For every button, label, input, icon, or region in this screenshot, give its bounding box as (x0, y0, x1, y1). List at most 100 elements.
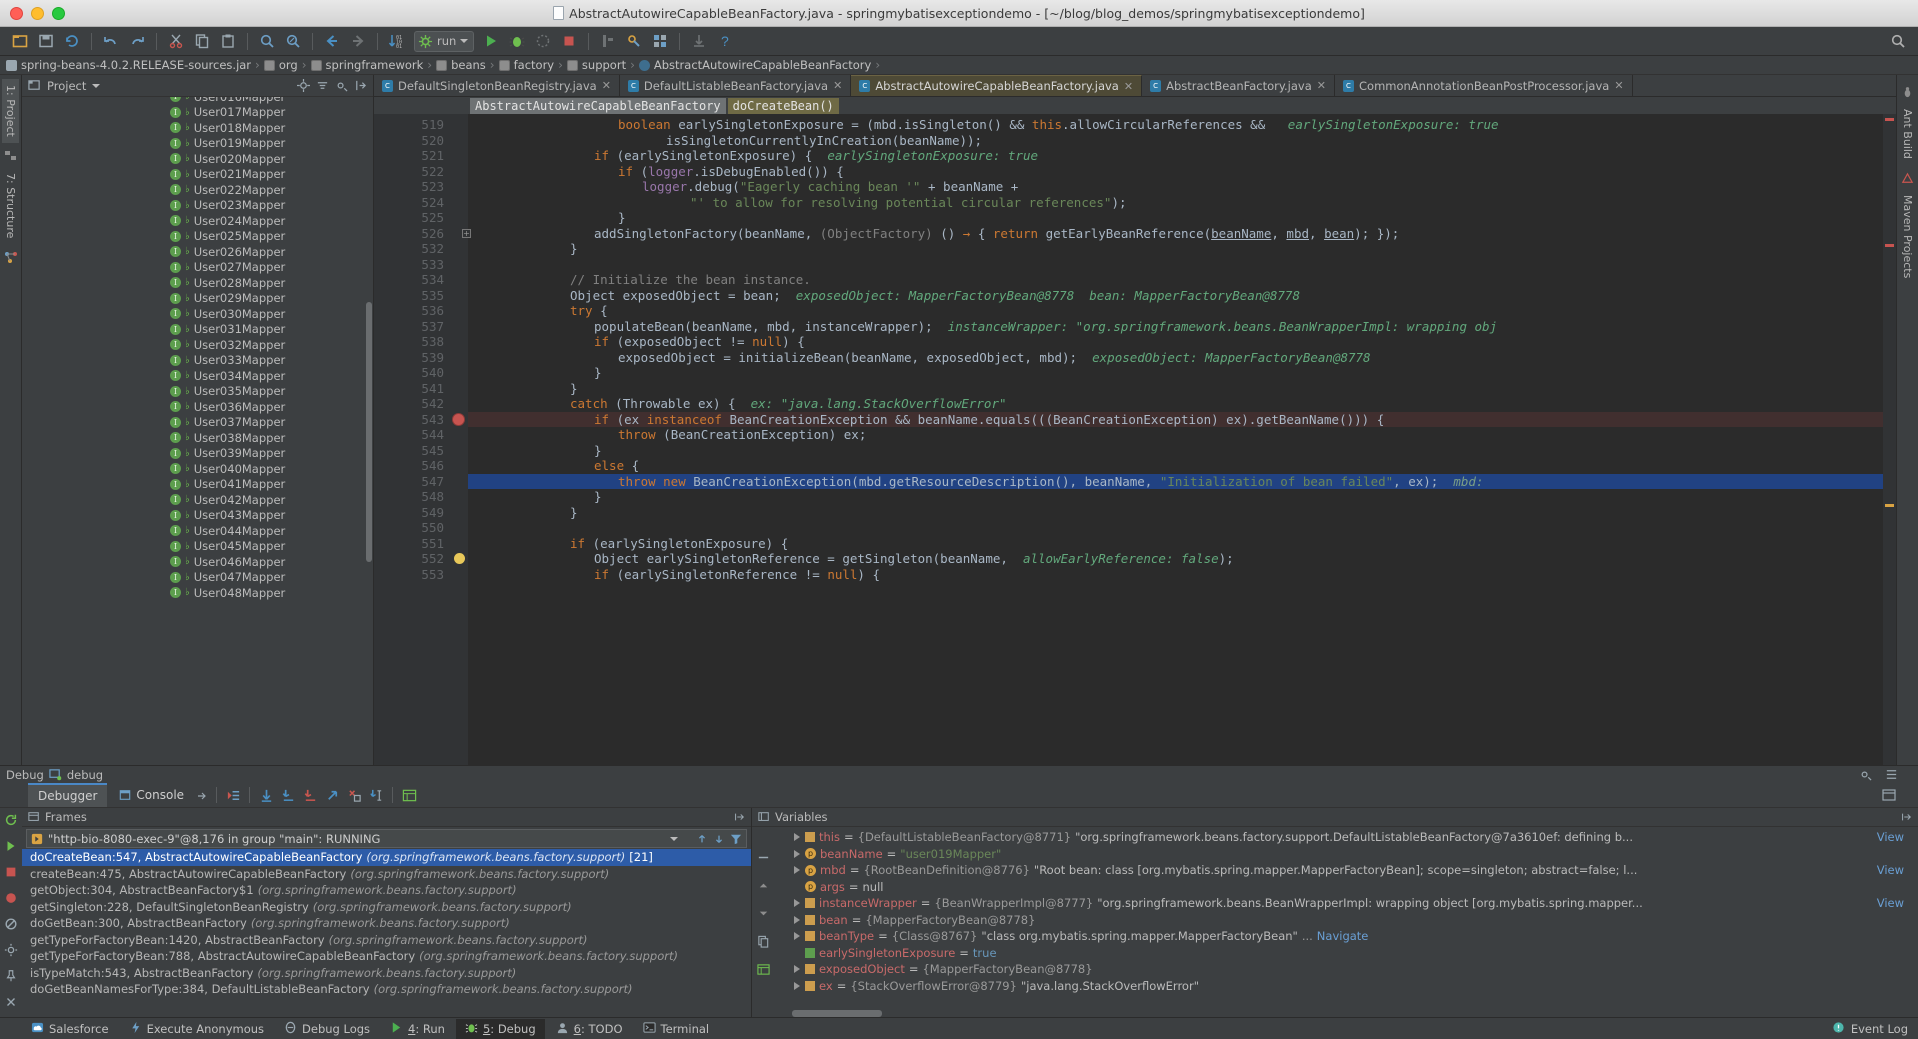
expand-arrow-icon[interactable] (794, 833, 800, 841)
error-marker[interactable] (1885, 244, 1894, 247)
chevron-down-icon[interactable] (460, 39, 468, 43)
code-line[interactable]: } (468, 489, 1883, 505)
status-bar-item[interactable]: 5: Debug (456, 1019, 545, 1039)
thread-selector[interactable]: "http-bio-8080-exec-9"@8,176 in group "m… (26, 829, 747, 848)
tree-item-mapper[interactable]: I♭User034Mapper (22, 368, 373, 384)
tree-item-mapper[interactable]: I♭User037Mapper (22, 415, 373, 431)
code-line[interactable]: if (exposedObject != null) { (468, 334, 1883, 350)
tab-console[interactable]: Console (109, 784, 194, 806)
evaluate-expression-icon[interactable] (399, 785, 419, 805)
close-icon[interactable]: ✕ (1124, 80, 1133, 93)
tree-item-mapper[interactable]: I♭User041Mapper (22, 477, 373, 493)
expand-arrow-icon[interactable] (794, 899, 800, 907)
frame-row[interactable]: doGetBean:300, AbstractBeanFactory (org.… (22, 915, 751, 932)
update-icon[interactable] (687, 30, 711, 52)
tree-item-mapper[interactable]: I♭User045Mapper (22, 539, 373, 555)
frame-row[interactable]: createBean:475, AbstractAutowireCapableB… (22, 866, 751, 883)
variables-list[interactable]: this = {DefaultListableBeanFactory@8771}… (774, 827, 1918, 1010)
variable-action-link[interactable]: View (1877, 896, 1904, 910)
hide-panel-icon[interactable] (354, 79, 367, 92)
tree-item-mapper[interactable]: I♭User026Mapper (22, 244, 373, 260)
line-number[interactable]: 540 (374, 365, 468, 381)
project-panel-header[interactable]: Project (22, 75, 373, 97)
editor-tab[interactable]: CDefaultListableBeanFactory.java✕ (620, 75, 851, 96)
line-number[interactable]: 551 (374, 536, 468, 552)
frame-row[interactable]: doCreateBean:547, AbstractAutowireCapabl… (22, 849, 751, 866)
save-icon[interactable] (34, 30, 58, 52)
status-bar[interactable]: SalesforceExecute AnonymousDebug Logs4: … (0, 1017, 1918, 1039)
undo-icon[interactable] (99, 30, 123, 52)
line-number[interactable]: 519 (374, 117, 468, 133)
close-icon[interactable]: ✕ (602, 79, 611, 92)
breakpoint-icon[interactable] (452, 413, 465, 426)
code-line[interactable]: logger.debug("Eagerly caching bean '" + … (468, 179, 1883, 195)
expand-arrow-icon[interactable] (794, 965, 800, 973)
debug-icon[interactable] (505, 30, 529, 52)
breadcrumb-item-org[interactable]: org (264, 58, 302, 72)
line-number[interactable]: 541 (374, 381, 468, 397)
variable-row[interactable]: beanType = {Class@8767} "class org.mybat… (774, 928, 1918, 945)
warning-marker[interactable] (1885, 504, 1894, 507)
tree-item-mapper[interactable]: I♭User028Mapper (22, 275, 373, 291)
status-bar-item[interactable]: Execute Anonymous (120, 1019, 273, 1039)
debug-settings-icon[interactable] (1882, 788, 1896, 802)
code-line[interactable] (468, 520, 1883, 536)
chevron-down-icon[interactable] (92, 84, 100, 88)
breadcrumb-item-beans[interactable]: beans (436, 58, 490, 72)
breadcrumb-item-springframework[interactable]: springframework (311, 58, 428, 72)
code-line[interactable]: isSingletonCurrentlyInCreation(beanName)… (468, 133, 1883, 149)
editor-tab[interactable]: CAbstractAutowireCapableBeanFactory.java… (851, 75, 1142, 96)
breadcrumb[interactable]: spring-beans-4.0.2.RELEASE-sources.jar ›… (0, 56, 1918, 75)
code-line[interactable]: } (468, 381, 1883, 397)
coverage-icon[interactable] (531, 30, 555, 52)
help-icon[interactable]: ? (713, 30, 737, 52)
move-up-icon[interactable] (696, 833, 708, 845)
tree-item-mapper[interactable]: I♭User032Mapper (22, 337, 373, 353)
move-up-icon[interactable] (757, 877, 770, 896)
line-number[interactable]: 553 (374, 567, 468, 583)
breadcrumb-item-class[interactable]: AbstractAutowireCapableBeanFactory (639, 58, 875, 72)
mute-breakpoints-icon[interactable] (4, 916, 18, 935)
tree-item-mapper[interactable]: I♭User035Mapper (22, 384, 373, 400)
drop-frame-icon[interactable] (344, 785, 364, 805)
tree-item-mapper[interactable]: I♭User044Mapper (22, 523, 373, 539)
line-number[interactable]: 545 (374, 443, 468, 459)
tree-item-mapper[interactable]: I♭User038Mapper (22, 430, 373, 446)
tree-item-mapper[interactable]: I♭User033Mapper (22, 353, 373, 369)
collapse-all-icon[interactable] (316, 79, 329, 92)
navigate-back-icon[interactable] (320, 30, 344, 52)
line-number[interactable]: 537 (374, 319, 468, 335)
variable-row[interactable]: pmbd = {RootBeanDefinition@8776} "Root b… (774, 862, 1918, 879)
code-line[interactable]: exposedObject = initializeBean(beanName,… (468, 350, 1883, 366)
variable-action-link[interactable]: View (1877, 830, 1904, 844)
line-number[interactable]: 533 (374, 257, 468, 273)
tree-item-mapper[interactable]: I♭User042Mapper (22, 492, 373, 508)
code-line[interactable]: if (earlySingletonExposure) { (468, 536, 1883, 552)
code-line[interactable]: // Initialize the bean instance. (468, 272, 1883, 288)
expand-arrow-icon[interactable] (794, 916, 800, 924)
cut-icon[interactable] (164, 30, 188, 52)
variable-row[interactable]: bean = {MapperFactoryBean@8778} (774, 912, 1918, 929)
frame-row[interactable]: doGetBeanNamesForType:384, DefaultListab… (22, 981, 751, 998)
tree-item-mapper[interactable]: I♭User036Mapper (22, 399, 373, 415)
tree-item-mapper[interactable]: I♭User046Mapper (22, 554, 373, 570)
navigate-forward-icon[interactable] (346, 30, 370, 52)
run-to-cursor-icon[interactable] (366, 785, 386, 805)
project-structure-icon[interactable] (648, 30, 672, 52)
debug-tab-bar[interactable]: Debugger Console (0, 783, 1918, 808)
status-bar-item[interactable]: Debug Logs (275, 1019, 379, 1039)
tab-debugger[interactable]: Debugger (28, 783, 107, 807)
tree-item-mapper[interactable]: I♭User020Mapper (22, 151, 373, 167)
hide-pane-icon[interactable] (1900, 811, 1912, 823)
tree-item-mapper[interactable]: I♭User031Mapper (22, 322, 373, 338)
tree-item-mapper[interactable]: I♭User017Mapper (22, 105, 373, 121)
sidebar-item-project[interactable]: 1: Project (2, 79, 19, 143)
code-line[interactable]: if (logger.isDebugEnabled()) { (468, 164, 1883, 180)
line-number[interactable]: 522 (374, 164, 468, 180)
line-number[interactable]: 536 (374, 303, 468, 319)
close-icon[interactable] (4, 994, 18, 1013)
expand-arrow-icon[interactable] (794, 850, 800, 858)
run-configuration-selector[interactable]: run (414, 31, 474, 52)
rerun-icon[interactable] (4, 812, 18, 831)
close-icon[interactable]: ✕ (833, 79, 842, 92)
